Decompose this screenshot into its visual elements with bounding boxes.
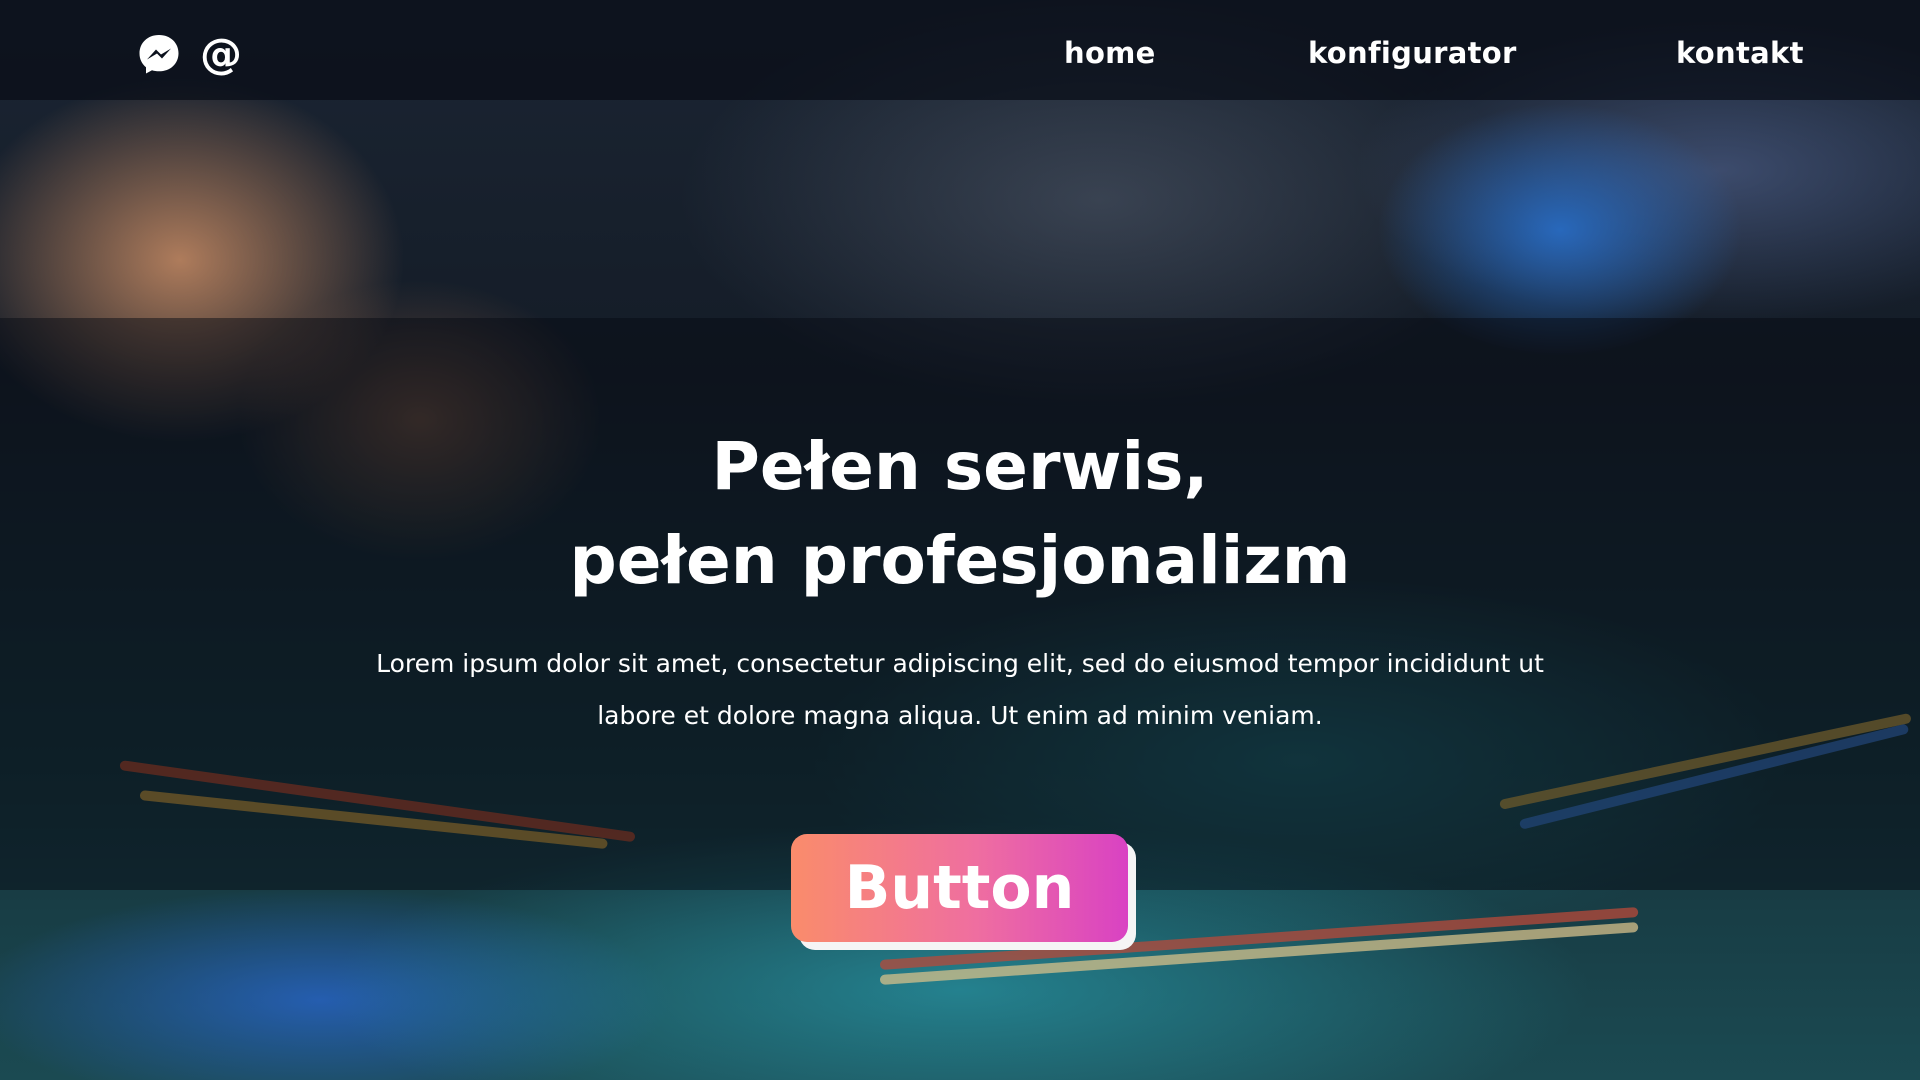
- cta-wrapper: Button: [791, 834, 1137, 950]
- page: @ home konfigurator kontakt Pełen serwis…: [0, 0, 1920, 1080]
- site-header: @ home konfigurator kontakt: [0, 0, 1920, 100]
- hero-title-line-1: Pełen serwis,: [711, 428, 1209, 505]
- nav-item-home[interactable]: home: [1064, 28, 1156, 78]
- main-nav: home konfigurator kontakt: [0, 28, 1920, 78]
- hero-description: Lorem ipsum dolor sit amet, consectetur …: [376, 649, 1544, 730]
- hero-title-line-2: pełen profesjonalizm: [569, 522, 1351, 599]
- nav-item-kontakt[interactable]: kontakt: [1676, 28, 1804, 78]
- hero-title: Pełen serwis, pełen profesjonalizm: [0, 420, 1920, 608]
- cta-button[interactable]: Button: [791, 834, 1128, 942]
- nav-item-konfigurator[interactable]: konfigurator: [1308, 28, 1517, 78]
